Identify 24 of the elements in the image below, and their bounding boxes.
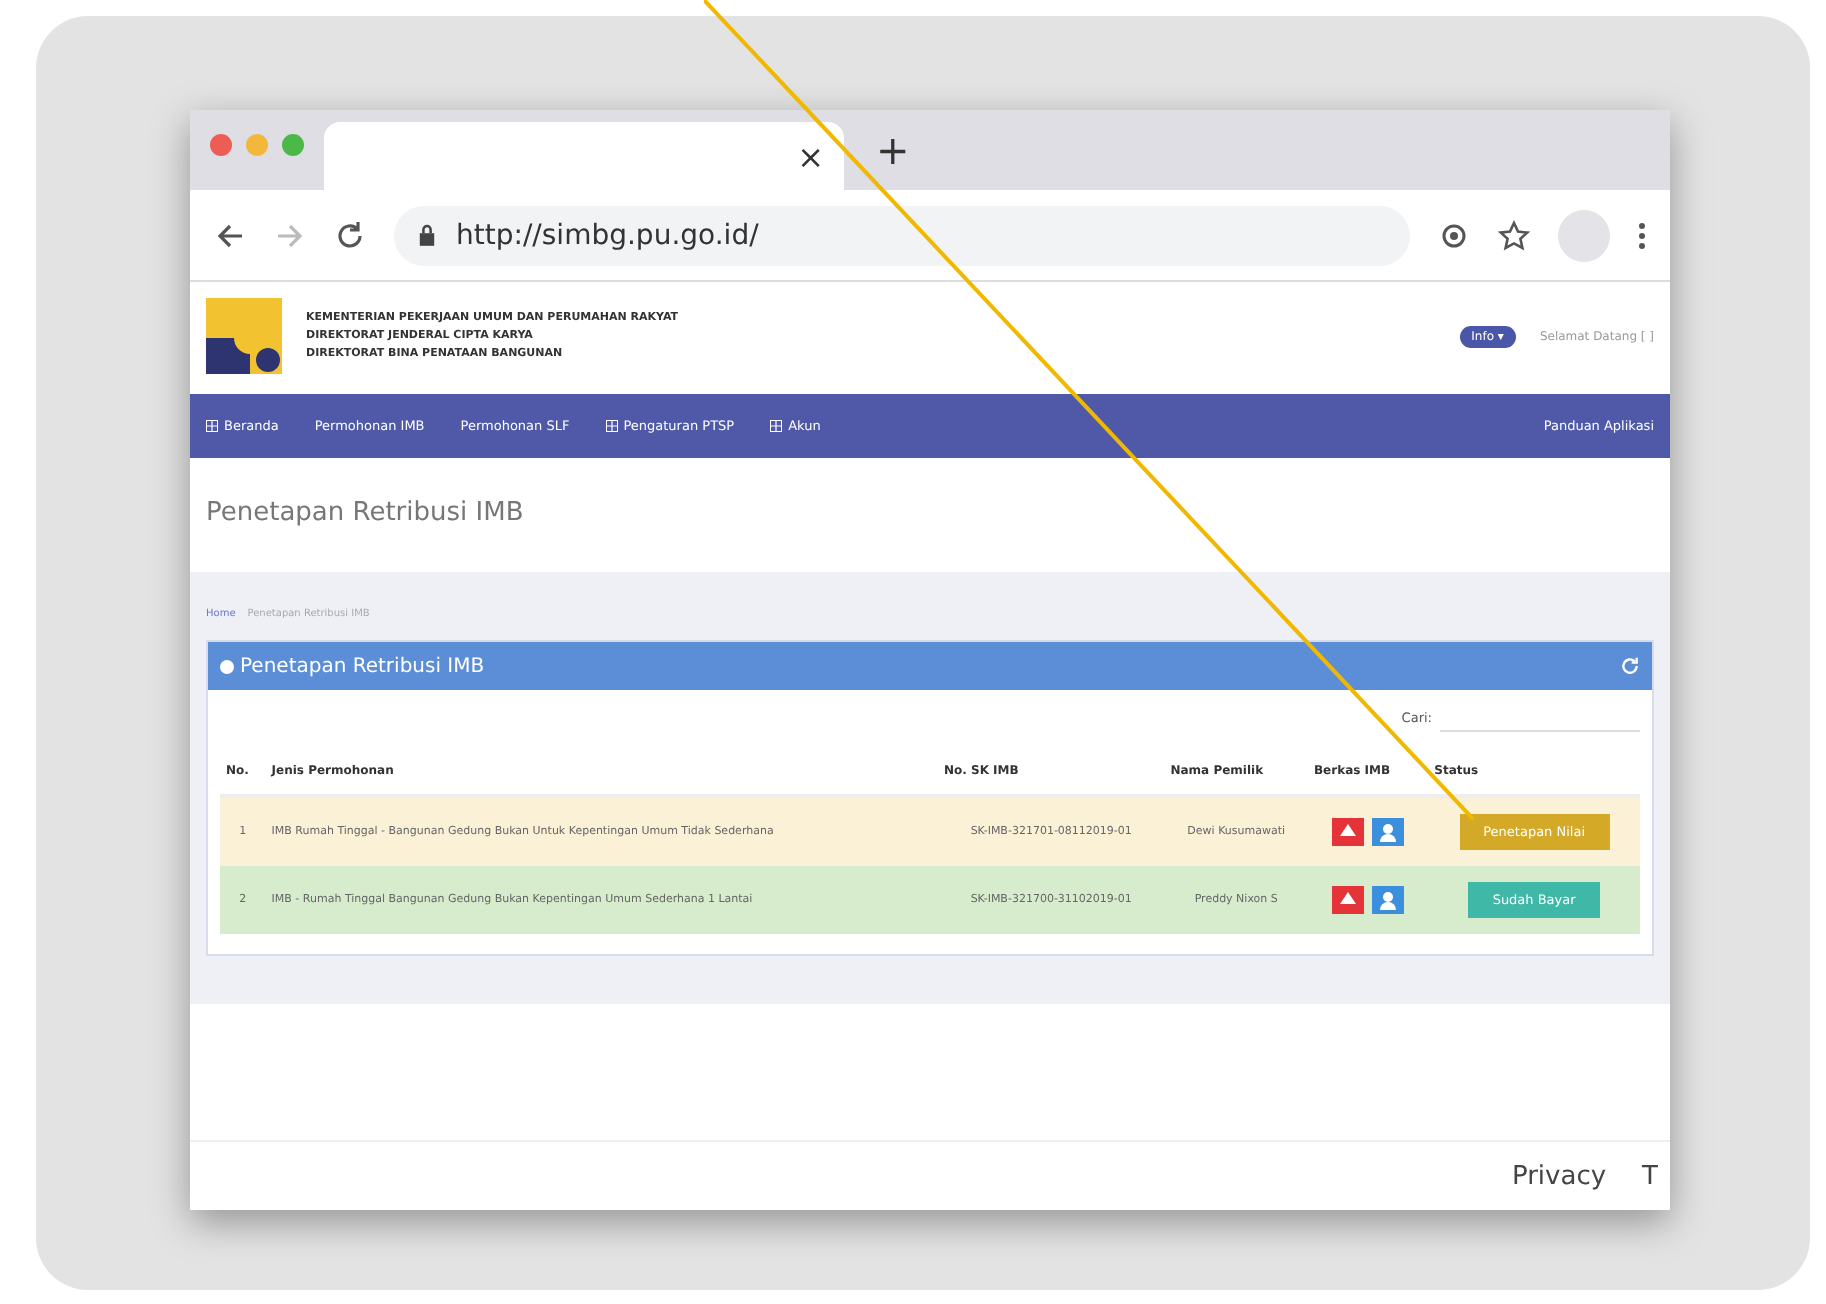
new-tab-button[interactable]: +: [876, 126, 910, 174]
refresh-icon[interactable]: [1620, 656, 1640, 676]
maximize-window-icon[interactable]: [282, 134, 304, 156]
file-icon-button[interactable]: [1332, 886, 1365, 914]
back-arrow-icon[interactable]: [214, 219, 246, 251]
reload-icon[interactable]: [334, 219, 366, 251]
user-icon-button[interactable]: [1372, 818, 1405, 846]
location-target-icon[interactable]: [1438, 219, 1470, 251]
footer-link[interactable]: Privacy: [1511, 1161, 1607, 1191]
panel-title: Penetapan Retribusi IMB: [240, 655, 485, 677]
file-icon-button[interactable]: [1332, 818, 1365, 846]
browser-tab[interactable]: ×: [324, 122, 844, 190]
ministry-logo: [206, 298, 282, 374]
footer-link[interactable]: T: [1642, 1161, 1658, 1191]
bookmark-star-icon[interactable]: [1498, 219, 1530, 251]
forward-arrow-icon[interactable]: [274, 219, 306, 251]
user-icon-button[interactable]: [1372, 886, 1405, 914]
menu-icon[interactable]: [1638, 219, 1646, 251]
lock-icon: [418, 224, 436, 246]
circle-icon: [220, 659, 234, 673]
tab-close-button[interactable]: ×: [797, 137, 824, 175]
address-bar[interactable]: http://simbg.pu.go.id/: [394, 205, 1410, 265]
page-title: Penetapan Retribusi IMB: [204, 496, 526, 532]
close-window-icon[interactable]: [210, 134, 232, 156]
